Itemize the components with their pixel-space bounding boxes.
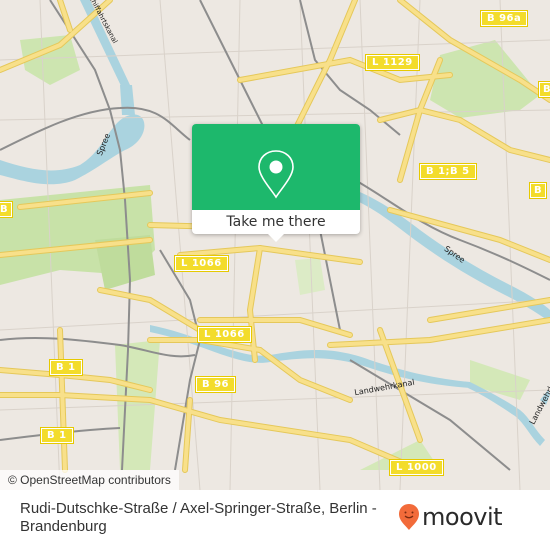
map-pin-icon: [258, 150, 294, 199]
road-label-b-right1: B: [537, 81, 550, 98]
location-title: Rudi-Dutschke-Straße / Axel-Springer-Str…: [20, 500, 377, 535]
road-label-b96: B 96: [194, 376, 237, 393]
road-label-l1066-top: L 1066: [174, 255, 229, 272]
moovit-pin-icon: [399, 504, 419, 530]
road-label-b1-a: B 1: [49, 359, 83, 376]
road-label-l1129: L 1129: [365, 54, 420, 71]
map-tiles: [0, 0, 550, 490]
map-attribution[interactable]: © OpenStreetMap contributors: [0, 470, 179, 490]
road-label-b1-b5: B 1;B 5: [419, 163, 477, 180]
take-me-there-button[interactable]: Take me there: [192, 210, 360, 234]
road-label-b-left: B: [0, 201, 14, 218]
road-label-b1-b: B 1: [40, 427, 74, 444]
road-label-l1000: L 1000: [389, 459, 444, 476]
moovit-logo[interactable]: moovit: [398, 500, 503, 534]
footer: Rudi-Dutschke-Straße / Axel-Springer-Str…: [0, 490, 550, 550]
map-view[interactable]: B 96a L 1129 B 1;B 5 B B L 1066 L 1066 B…: [0, 0, 550, 490]
road-label-b96a: B 96a: [479, 10, 529, 27]
popup-header[interactable]: [192, 124, 360, 210]
road-label-b-right2: B: [528, 182, 548, 199]
road-label-l1066: L 1066: [197, 326, 252, 343]
popup-pointer: [268, 234, 284, 242]
take-me-there-popup[interactable]: Take me there: [192, 124, 360, 242]
moovit-wordmark: moovit: [422, 503, 503, 531]
